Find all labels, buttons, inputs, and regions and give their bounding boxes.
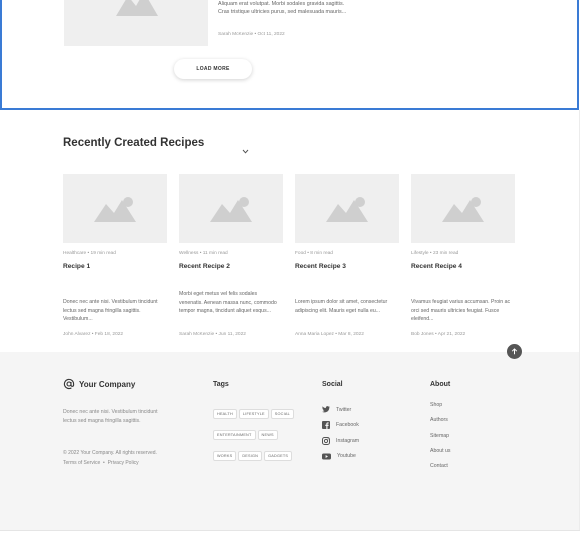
recipe-meta: Lifestyle • 23 min read [411, 251, 459, 256]
recipe-meta: Food • 8 min read [295, 251, 333, 256]
image-placeholder-icon [94, 196, 136, 222]
privacy-link[interactable]: Privacy Policy [108, 460, 139, 466]
recipe-image[interactable] [63, 174, 167, 243]
social-label: Facebook [336, 422, 359, 429]
recipe-meta: Wellness • 11 min read [179, 251, 228, 256]
social-label: Youtube [337, 453, 356, 460]
social-link-instagram[interactable]: Instagram [322, 433, 359, 449]
recipe-excerpt: Morbi eget metus vel felis sodales venen… [179, 291, 277, 315]
recipe-card[interactable]: Healthcare • 19 min read Recipe 1 Donec … [63, 174, 167, 337]
social-link-youtube[interactable]: Youtube [322, 449, 359, 465]
brand-name: Your Company [79, 379, 136, 389]
image-placeholder-icon [210, 196, 252, 222]
social-link-facebook[interactable]: Facebook [322, 418, 359, 434]
footer-description: Donec nec ante nisi. Vestibulum tincidun… [63, 409, 158, 424]
image-placeholder-icon [326, 196, 368, 222]
recipe-card[interactable]: Food • 8 min read Recent Recipe 3 Lorem … [295, 174, 399, 337]
recipe-image[interactable] [411, 174, 515, 243]
recipe-title[interactable]: Recent Recipe 2 [179, 263, 283, 270]
recipe-excerpt: Lorem ipsum dolor sit amet, consectetur … [295, 299, 388, 314]
tag[interactable]: WORKS [213, 451, 237, 461]
recipe-author: Anna Maria Lopez • Mar 8, 2022 [295, 332, 364, 337]
about-link-contact[interactable]: Contact [430, 463, 450, 478]
social-label: Twitter [336, 406, 352, 413]
social-list: Twitter Facebook Instagram Youtube [322, 402, 359, 464]
about-link-shop[interactable]: Shop [430, 402, 450, 417]
copyright: © 2022 Your Company. All rights reserved… [63, 450, 157, 456]
recipe-author: Sarah McKenzie • Jun 11, 2022 [179, 332, 246, 337]
recipe-image[interactable] [295, 174, 399, 243]
bottom-bar [0, 530, 580, 535]
recipe-title[interactable]: Recent Recipe 4 [411, 263, 515, 270]
recipe-cards: Healthcare • 19 min read Recipe 1 Donec … [63, 174, 515, 344]
social-heading: Social [322, 381, 343, 388]
image-placeholder-icon [442, 196, 484, 222]
about-link-sitemap[interactable]: Sitemap [430, 433, 450, 448]
recipe-title[interactable]: Recent Recipe 3 [295, 263, 399, 270]
recipe-author: Bob Jones • Apr 21, 2022 [411, 332, 466, 337]
tags-heading: Tags [213, 381, 229, 388]
recipe-card[interactable]: Wellness • 11 min read Recent Recipe 2 M… [179, 174, 283, 337]
tag[interactable]: NEWS [257, 430, 278, 440]
recipe-excerpt: Vivamus feugiat varius accumsan. Proin a… [411, 299, 511, 323]
image-placeholder-icon [114, 0, 160, 23]
about-list: Shop Authors Sitemap About us Contact [430, 402, 450, 478]
top-post-section: Aliquam erat volutpat. Morbi sodales gra… [0, 0, 579, 110]
about-link-about-us[interactable]: About us [430, 448, 450, 463]
facebook-icon [322, 421, 330, 430]
recipe-title[interactable]: Recipe 1 [63, 263, 167, 270]
top-post-text: Aliquam erat volutpat. Morbi sodales gra… [218, 0, 348, 17]
section-title: Recently Created Recipes [63, 137, 205, 149]
instagram-icon [322, 436, 330, 445]
social-label: Instagram [336, 437, 360, 444]
tag[interactable]: SOCIAL [270, 409, 294, 419]
scroll-to-top-button[interactable] [507, 344, 522, 359]
recipe-author: John Alvarez • Feb 18, 2022 [63, 332, 124, 337]
recipe-excerpt: Donec nec ante nisi. Vestibulum tincidun… [63, 299, 158, 323]
at-sign-icon [63, 378, 75, 390]
arrow-up-icon [511, 348, 518, 355]
top-post-excerpt: Aliquam erat volutpat. Morbi sodales gra… [218, 1, 347, 16]
tag[interactable]: GADGETS [264, 451, 293, 461]
youtube-icon [322, 453, 331, 460]
load-more-button[interactable]: LOAD MORE [174, 59, 252, 79]
social-link-twitter[interactable]: Twitter [322, 402, 359, 418]
top-post-image[interactable] [64, 0, 208, 46]
twitter-icon [322, 406, 330, 413]
tag[interactable]: LIFESTYLE [238, 409, 269, 419]
legal-links: Terms of Service • Privacy Policy [63, 460, 139, 466]
chevron-down-icon[interactable] [242, 141, 249, 159]
terms-link[interactable]: Terms of Service [63, 460, 100, 466]
legal-separator: • [103, 460, 105, 466]
tag[interactable]: HEALTH [213, 409, 237, 419]
tag[interactable]: ENTERTAINMENT [213, 430, 256, 440]
recipe-meta: Healthcare • 19 min read [63, 251, 116, 256]
about-heading: About [430, 381, 451, 388]
tag[interactable]: DESIGN [238, 451, 263, 461]
top-post-meta: Sarah McKenzie • Oct 11, 2022 [218, 32, 285, 37]
recipe-card[interactable]: Lifestyle • 23 min read Recent Recipe 4 … [411, 174, 515, 337]
about-link-authors[interactable]: Authors [430, 417, 450, 432]
tag-list: HEALTH LIFESTYLE SOCIAL ENTERTAINMENT NEWS WO… [213, 402, 303, 465]
footer-brand[interactable]: Your Company [63, 378, 135, 390]
recipe-image[interactable] [179, 174, 283, 243]
